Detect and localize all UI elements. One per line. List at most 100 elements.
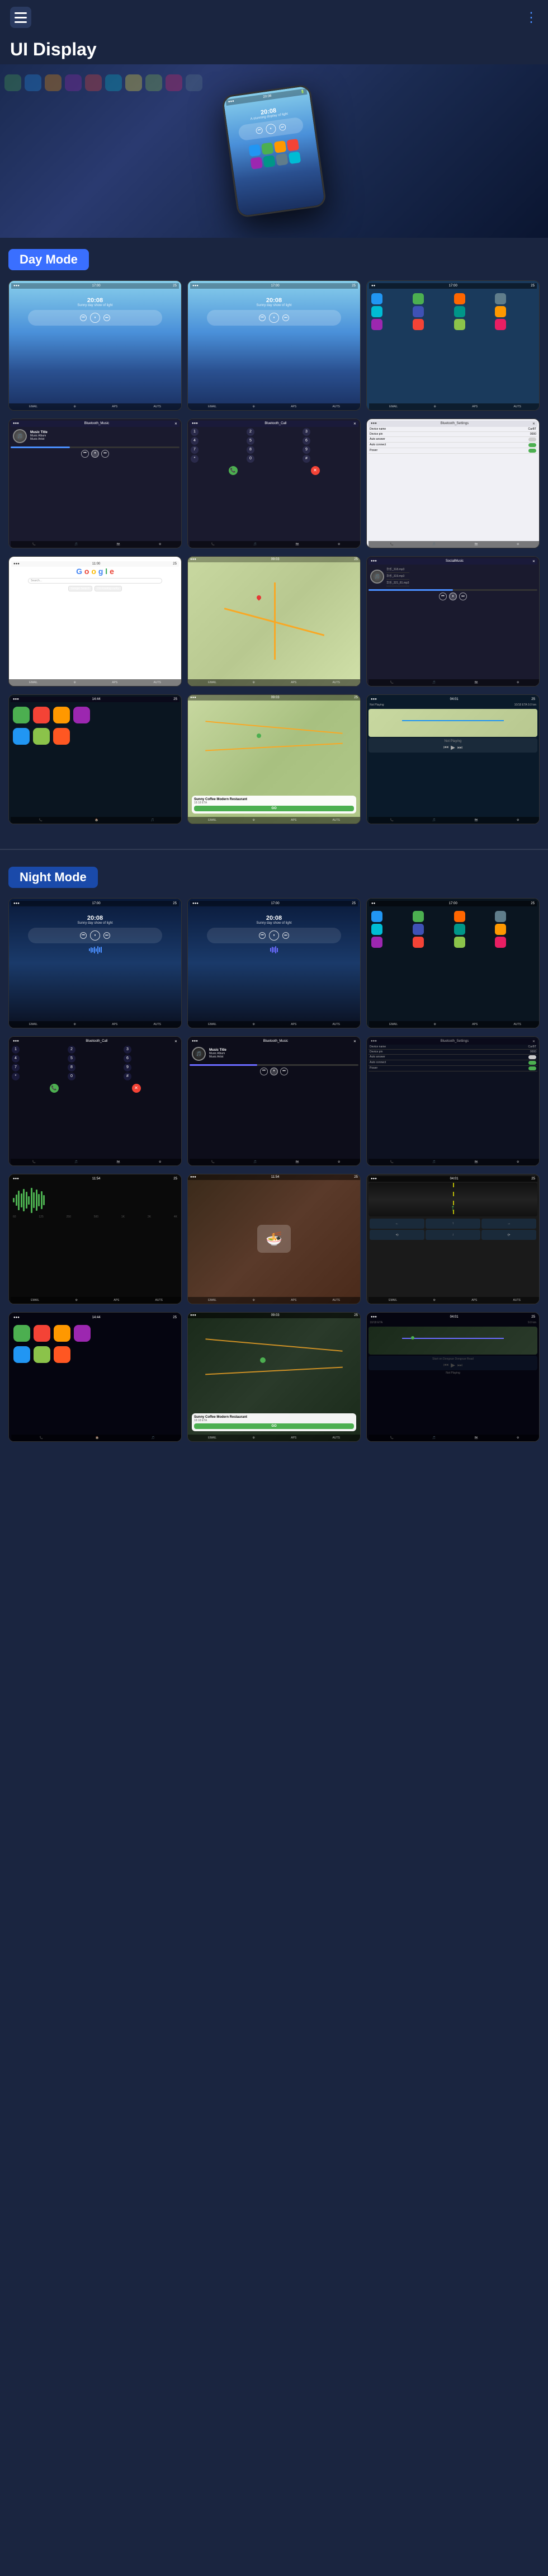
na-app-3[interactable] [454, 911, 465, 922]
nr-nav-4[interactable]: ⟲ [370, 1230, 424, 1240]
dm2-prev[interactable]: ⏮ [259, 314, 266, 321]
nbs-power-toggle[interactable] [528, 1066, 536, 1070]
nc-num7[interactable]: 7 [12, 1064, 20, 1071]
nm1-play[interactable]: ⏸ [90, 930, 100, 941]
nbm-next[interactable]: ⏭ [280, 1068, 288, 1075]
da-app-youtube[interactable] [413, 319, 424, 330]
nc-num3[interactable]: 3 [124, 1046, 131, 1054]
ncp-podcast[interactable] [13, 1346, 30, 1363]
na-app-11[interactable] [454, 937, 465, 948]
na-app-10[interactable] [413, 937, 424, 948]
da-app-music[interactable] [413, 293, 424, 304]
header-dots-icon[interactable]: ⋮ [525, 10, 538, 26]
ncp-phone[interactable] [34, 1325, 50, 1342]
nav-go-btn[interactable]: GO [194, 806, 354, 811]
nbm-play[interactable]: ⏸ [270, 1068, 278, 1075]
btm-next-btn[interactable]: ⏭ [101, 450, 109, 458]
nr-nav-6[interactable]: ⟳ [481, 1230, 536, 1240]
ca-siri-app[interactable] [73, 707, 90, 723]
na-app-7[interactable] [454, 924, 465, 935]
bts-auto-answer-toggle[interactable] [528, 438, 536, 441]
nm2-play[interactable]: ⏸ [269, 930, 279, 941]
nbm-prev[interactable]: ⏮ [260, 1068, 268, 1075]
btc-call-btn[interactable]: 📞 [229, 466, 238, 475]
sm-next[interactable]: ⏭ [459, 593, 467, 600]
btc-num2[interactable]: 2 [247, 428, 254, 436]
btc-num0[interactable]: 0 [247, 455, 254, 463]
na-app-1[interactable] [371, 911, 382, 922]
dm2-play[interactable]: ⏸ [269, 313, 279, 323]
nnp-prev[interactable]: ⏮ [443, 1362, 448, 1369]
sm-prev[interactable]: ⏮ [439, 593, 447, 600]
nc-num6[interactable]: 6 [124, 1055, 131, 1063]
btc-num1[interactable]: 1 [191, 428, 199, 436]
na-app-2[interactable] [413, 911, 424, 922]
da-app-settings[interactable] [495, 293, 506, 304]
nc-num0[interactable]: 0 [68, 1073, 75, 1080]
nc-hash[interactable]: # [124, 1073, 131, 1080]
nr-nav-3[interactable]: → [481, 1219, 536, 1229]
ca-podcast-app[interactable] [13, 728, 30, 745]
na-app-6[interactable] [413, 924, 424, 935]
ncp-spotify[interactable] [34, 1346, 50, 1363]
nnp-play[interactable]: ▶ [451, 1362, 455, 1369]
da-app-spotify[interactable] [371, 319, 382, 330]
btc-num9[interactable]: 9 [303, 446, 310, 454]
da-app-waze[interactable] [371, 306, 382, 317]
na-app-5[interactable] [371, 924, 382, 935]
btm-prev-btn[interactable]: ⏮ [81, 450, 89, 458]
nm2-prev[interactable]: ⏮ [259, 932, 266, 939]
ca-waze-app[interactable] [53, 728, 70, 745]
btc-num5[interactable]: 5 [247, 437, 254, 445]
hero-next-btn[interactable]: ⏭ [278, 124, 286, 131]
na-app-9[interactable] [371, 937, 382, 948]
nm2-next[interactable]: ⏭ [282, 932, 289, 939]
nc-call-btn[interactable]: 📞 [50, 1084, 59, 1093]
ncp-siri[interactable] [74, 1325, 91, 1342]
nm1-prev[interactable]: ⏮ [80, 932, 87, 939]
nc-star[interactable]: * [12, 1073, 20, 1080]
btc-num6[interactable]: 6 [303, 437, 310, 445]
hero-prev-btn[interactable]: ⏮ [256, 127, 263, 135]
bts-auto-connect-toggle[interactable] [528, 443, 536, 447]
da-app-radio[interactable] [495, 306, 506, 317]
google-search-bar[interactable]: Search... [28, 578, 162, 584]
da-app-telegram[interactable] [371, 293, 382, 304]
google-lucky-btn[interactable]: I'm Feeling Lucky [95, 586, 122, 591]
np-play-btn[interactable]: ▶ [451, 745, 455, 751]
na-app-12[interactable] [495, 937, 506, 948]
da-app-nav[interactable] [454, 306, 465, 317]
nm1-next[interactable]: ⏭ [103, 932, 110, 939]
menu-icon[interactable] [10, 7, 31, 28]
nc-num5[interactable]: 5 [68, 1055, 75, 1063]
da-app-media[interactable] [495, 319, 506, 330]
btc-num3[interactable]: 3 [303, 428, 310, 436]
hero-play-btn[interactable]: ⏸ [265, 123, 276, 134]
ca-phone-app[interactable] [33, 707, 50, 723]
dm1-play[interactable]: ⏸ [90, 313, 100, 323]
dm2-next[interactable]: ⏭ [282, 314, 289, 321]
nnav-go-btn[interactable]: GO [194, 1423, 354, 1429]
nr-nav-2[interactable]: ↑ [426, 1219, 480, 1229]
btc-num8[interactable]: 8 [247, 446, 254, 454]
google-search-btn[interactable]: Google Search [68, 586, 92, 591]
ncp-waze[interactable] [54, 1346, 70, 1363]
sm-play[interactable]: ⏸ [449, 593, 457, 600]
da-app-phone[interactable] [454, 293, 465, 304]
btc-num4[interactable]: 4 [191, 437, 199, 445]
ncp-music[interactable] [54, 1325, 70, 1342]
ca-music-app[interactable] [53, 707, 70, 723]
bts-power-toggle[interactable] [528, 449, 536, 453]
nbs-auto-connect-toggle[interactable] [528, 1061, 536, 1065]
nc-num2[interactable]: 2 [68, 1046, 75, 1054]
ca-spotify-app[interactable] [33, 728, 50, 745]
btc-end-btn[interactable]: ✕ [311, 466, 320, 475]
nr-nav-1[interactable]: ← [370, 1219, 424, 1229]
btm-play-btn[interactable]: ⏸ [91, 450, 99, 458]
np-prev-btn[interactable]: ⏮ [443, 745, 448, 751]
ncp-maps[interactable] [13, 1325, 30, 1342]
btc-num7[interactable]: 7 [191, 446, 199, 454]
dm1-prev[interactable]: ⏮ [80, 314, 87, 321]
dm1-next[interactable]: ⏭ [103, 314, 110, 321]
np-next-btn[interactable]: ⏭ [457, 745, 462, 751]
